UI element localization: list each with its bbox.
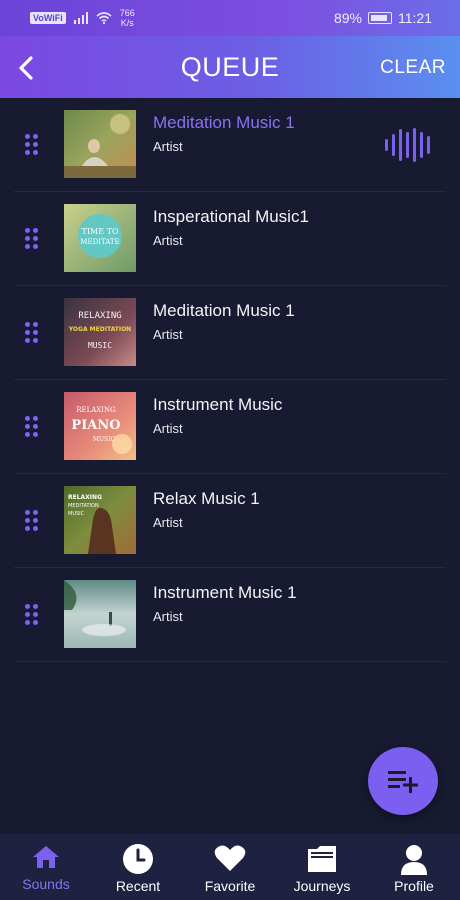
album-art (64, 110, 136, 178)
nav-profile[interactable]: Profile (368, 834, 460, 900)
vowifi-badge: VoWiFi (30, 12, 66, 24)
artist-name: Artist (153, 233, 183, 248)
album-art-text: YOGA MEDITATION (68, 326, 131, 333)
home-icon (33, 846, 59, 868)
network-speed: 766 K/s (120, 8, 135, 28)
song-title: Meditation Music 1 (153, 113, 295, 132)
nav-journeys[interactable]: Journeys (276, 834, 368, 900)
battery-percent: 89% (333, 10, 362, 26)
album-art-text: MEDITATION (68, 503, 99, 509)
nav-sounds[interactable]: Sounds (0, 834, 92, 900)
add-to-playlist-icon (388, 771, 418, 793)
queue-item[interactable]: Instrument Music 1 Artist (14, 568, 446, 662)
heart-icon (214, 845, 246, 871)
song-title: Insperational Music1 (153, 207, 309, 226)
artist-name: Artist (153, 421, 183, 436)
queue-item[interactable]: RELAXING PIANO MUSIC Instrument Music Ar… (14, 380, 446, 474)
artist-name: Artist (153, 139, 183, 154)
drag-handle-icon[interactable] (25, 134, 39, 156)
album-art-text: RELAXING (68, 494, 102, 501)
album-art-text: RELAXING (76, 406, 116, 414)
nav-label: Favorite (204, 878, 256, 894)
status-bar: VoWiFi 766 K/s 89% 11:21 (0, 0, 460, 36)
nav-label: Journeys (293, 878, 351, 894)
album-art-text: RELAXING (78, 311, 121, 321)
album-art: RELAXING MEDITATION MUSIC (64, 486, 136, 554)
drag-handle-icon[interactable] (25, 604, 39, 626)
artist-name: Artist (153, 327, 183, 342)
album-art-text: MUSIC (68, 511, 85, 517)
album-art-text: MUSIC (88, 341, 112, 350)
nav-label: Profile (394, 878, 434, 894)
clock-time: 11:21 (398, 10, 432, 26)
album-art-text: TIME TO (82, 227, 119, 236)
drag-handle-icon[interactable] (25, 510, 39, 532)
drag-handle-icon[interactable] (25, 416, 39, 438)
drag-handle-icon[interactable] (25, 322, 39, 344)
queue-item[interactable]: Meditation Music 1 Artist (14, 98, 446, 192)
clock-icon (123, 844, 153, 874)
clear-button[interactable]: CLEAR (380, 57, 446, 79)
album-art: TIME TO MEDITATE (64, 204, 136, 272)
user-icon (401, 845, 427, 875)
album-art: RELAXING PIANO MUSIC (64, 392, 136, 460)
album-art-text: MEDITATE (80, 238, 119, 246)
artist-name: Artist (153, 515, 183, 530)
album-art-text: MUSIC (93, 436, 116, 443)
app-header: QUEUE CLEAR (0, 36, 460, 98)
battery-icon (368, 12, 392, 24)
nav-recent[interactable]: Recent (92, 834, 184, 900)
song-title: Meditation Music 1 (153, 301, 295, 320)
add-to-queue-button[interactable] (368, 747, 438, 815)
network-speed-value: 766 (119, 8, 135, 18)
queue-list: Meditation Music 1 Artist TIME TO MEDITA… (0, 98, 460, 662)
nav-favorite[interactable]: Favorite (184, 834, 276, 900)
network-speed-unit: K/s (120, 18, 134, 28)
signal-icon (73, 12, 88, 24)
queue-item[interactable]: RELAXING YOGA MEDITATION MUSIC Meditatio… (14, 286, 446, 380)
song-title: Instrument Music (153, 395, 283, 414)
album-art (64, 580, 136, 648)
song-title: Relax Music 1 (153, 489, 260, 508)
queue-item[interactable]: TIME TO MEDITATE Insperational Music1 Ar… (14, 192, 446, 286)
bottom-navigation: Sounds Recent Favorite Journeys Profile (0, 834, 460, 900)
wifi-icon (96, 12, 112, 24)
queue-item[interactable]: RELAXING MEDITATION MUSIC Relax Music 1 … (14, 474, 446, 568)
drag-handle-icon[interactable] (25, 228, 39, 250)
nav-label: Recent (115, 878, 161, 894)
album-art: RELAXING YOGA MEDITATION MUSIC (64, 298, 136, 366)
folder-icon (308, 846, 336, 872)
nav-label: Sounds (22, 876, 70, 892)
album-art-text: PIANO (71, 418, 120, 433)
artist-name: Artist (153, 609, 183, 624)
now-playing-equalizer-icon (385, 128, 430, 162)
song-title: Instrument Music 1 (153, 583, 297, 602)
